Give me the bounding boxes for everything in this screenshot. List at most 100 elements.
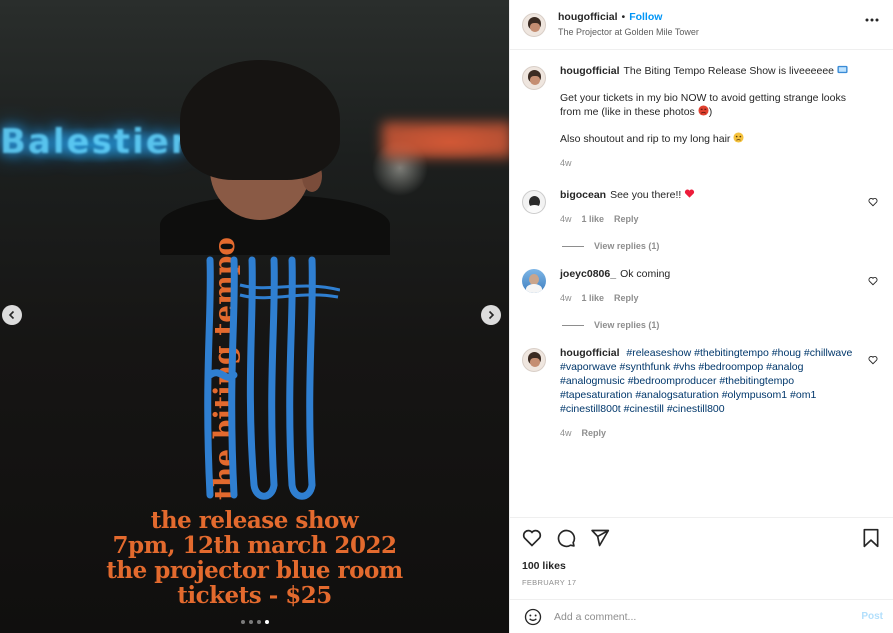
hashtag-link[interactable]: #analogsaturation <box>635 389 718 401</box>
chevron-right-icon <box>488 310 495 320</box>
location-link[interactable]: The Projector at Golden Mile Tower <box>558 25 699 40</box>
caption-meta: 4w <box>560 156 860 170</box>
caption-time[interactable]: 4w <box>560 156 572 170</box>
avatar[interactable] <box>522 348 546 372</box>
view-replies-label: View replies (1) <box>594 241 660 251</box>
heart-emoji-icon <box>685 189 695 198</box>
avatar[interactable] <box>522 269 546 293</box>
caption-body: hougofficial The Biting Tempo Release Sho… <box>560 64 860 170</box>
comment-body: joeyc0806_ Ok coming 4w 1 like Reply <box>560 267 860 305</box>
caption-line-2-end: ) <box>708 106 713 118</box>
view-replies-button[interactable]: View replies (1) <box>562 320 881 330</box>
post-date: FEBRUARY 17 <box>522 578 577 587</box>
comment-icon[interactable] <box>556 528 576 548</box>
hashtag-link[interactable]: #cinestill800t <box>560 403 621 415</box>
comment-text: Ok coming <box>620 268 671 280</box>
hashtag-link[interactable]: #cinestill800 <box>667 403 725 415</box>
hashtag-list: hougofficial #releaseshow #thebitingtemp… <box>560 346 860 416</box>
reply-button[interactable]: Reply <box>614 212 639 226</box>
post-photo[interactable]: Balestier Ho the biting tempo the releas… <box>0 0 509 633</box>
comment-composer: Post <box>510 599 893 633</box>
bookmark-icon[interactable] <box>861 528 881 548</box>
hashtag-link[interactable]: #analogmusic <box>560 375 625 387</box>
post-viewer: Balestier Ho the biting tempo the releas… <box>0 0 893 633</box>
comment-likes[interactable]: 1 like <box>582 291 605 305</box>
hashtag-link[interactable]: #bedroomproducer <box>628 375 717 387</box>
hashtag-link[interactable]: #olympusom1 <box>722 389 787 401</box>
heart-icon[interactable] <box>522 528 542 548</box>
hashtag-link[interactable]: #vhs <box>673 361 695 373</box>
sad-face-emoji-icon <box>733 132 744 143</box>
comment-time[interactable]: 4w <box>560 291 572 305</box>
comment-time[interactable]: 4w <box>560 426 572 440</box>
tv-emoji-icon <box>837 65 848 74</box>
hashtag-link[interactable]: #houg <box>772 347 801 359</box>
comment-meta: 4w 1 like Reply <box>560 212 860 226</box>
comment-body: bigocean See you there!! 4w 1 like Reply <box>560 188 860 226</box>
poster-text-block: the release show 7pm, 12th march 2022 th… <box>0 508 509 608</box>
comments-list[interactable]: hougofficial The Biting Tempo Release Sho… <box>510 50 893 517</box>
comment-username[interactable]: hougofficial <box>560 347 620 359</box>
previous-photo-button[interactable] <box>2 305 22 325</box>
like-comment-heart-icon[interactable] <box>868 197 878 207</box>
follow-button[interactable]: Follow <box>629 11 662 23</box>
author-username[interactable]: hougofficial <box>558 11 618 23</box>
hashtag-link[interactable]: #chillwave <box>804 347 852 359</box>
emoji-icon[interactable] <box>524 608 542 626</box>
likes-count[interactable]: 100 likes <box>522 560 881 572</box>
carousel-dot <box>240 620 245 624</box>
carousel-dot-active <box>264 620 269 624</box>
header-text: hougofficial • Follow The Projector at Gol… <box>558 10 699 40</box>
hashtag-link[interactable]: #thebitingtempo <box>694 347 769 359</box>
like-comment-heart-icon[interactable] <box>868 355 878 365</box>
poster-line-3: the projector blue room <box>106 557 403 584</box>
comment-body: hougofficial #releaseshow #thebitingtemp… <box>560 346 860 440</box>
comment-time[interactable]: 4w <box>560 212 572 226</box>
comment-username[interactable]: joeyc0806_ <box>560 268 616 280</box>
share-icon[interactable] <box>590 528 610 548</box>
hashtag-link[interactable]: #releaseshow <box>626 347 691 359</box>
comment-username[interactable]: bigocean <box>560 189 606 201</box>
next-photo-button[interactable] <box>481 305 501 325</box>
hashtag-link[interactable]: #vaporwave <box>560 361 617 373</box>
caption-line-1: The Biting Tempo Release Show is liveeee… <box>623 65 835 77</box>
avatar[interactable] <box>522 12 546 37</box>
avatar[interactable] <box>522 66 546 90</box>
houg-logo-graphic <box>204 256 341 500</box>
replies-divider <box>562 245 584 247</box>
poster-line-4: tickets - $25 <box>177 582 332 609</box>
carousel-indicator <box>0 620 509 624</box>
hashtag-link[interactable]: #tapesaturation <box>560 389 632 401</box>
comment-meta: 4w 1 like Reply <box>560 291 860 305</box>
poster-line-2: 7pm, 12th march 2022 <box>112 532 397 559</box>
poster-houg-logo <box>200 255 341 500</box>
caption-line-3: Also shoutout and rip to my long hair <box>560 133 731 145</box>
hashtag-link[interactable]: #om1 <box>790 389 816 401</box>
person-hair <box>180 60 340 180</box>
hashtag-link[interactable]: #cinestill <box>624 403 664 415</box>
carousel-dot <box>248 620 253 624</box>
comment-input[interactable] <box>554 610 862 623</box>
reply-button[interactable]: Reply <box>614 291 639 305</box>
post-comment-button[interactable]: Post <box>861 611 883 622</box>
reply-button[interactable]: Reply <box>582 426 607 440</box>
like-comment-heart-icon[interactable] <box>868 276 878 286</box>
more-icon[interactable] <box>865 18 879 22</box>
hashtag-link[interactable]: #analog <box>766 361 803 373</box>
comment-item: bigocean See you there!! 4w 1 like Reply <box>522 188 881 226</box>
view-replies-button[interactable]: View replies (1) <box>562 241 881 251</box>
comment-meta: 4w Reply <box>560 426 860 440</box>
caption-username[interactable]: hougofficial <box>560 65 620 77</box>
hashtag-link[interactable]: #synthfunk <box>620 361 671 373</box>
avatar[interactable] <box>522 190 546 214</box>
comment-item: joeyc0806_ Ok coming 4w 1 like Reply <box>522 267 881 305</box>
chevron-left-icon <box>8 310 15 320</box>
carousel-dot <box>256 620 261 624</box>
replies-divider <box>562 324 584 326</box>
hashtag-link[interactable]: #thebitingtempo <box>719 375 794 387</box>
comment-text: See you there!! <box>610 189 682 201</box>
hashtag-link[interactable]: #bedroompop <box>698 361 763 373</box>
neon-sign-orange <box>382 122 509 158</box>
post-header: hougofficial • Follow The Projector at Gol… <box>510 0 893 50</box>
comment-likes[interactable]: 1 like <box>582 212 605 226</box>
